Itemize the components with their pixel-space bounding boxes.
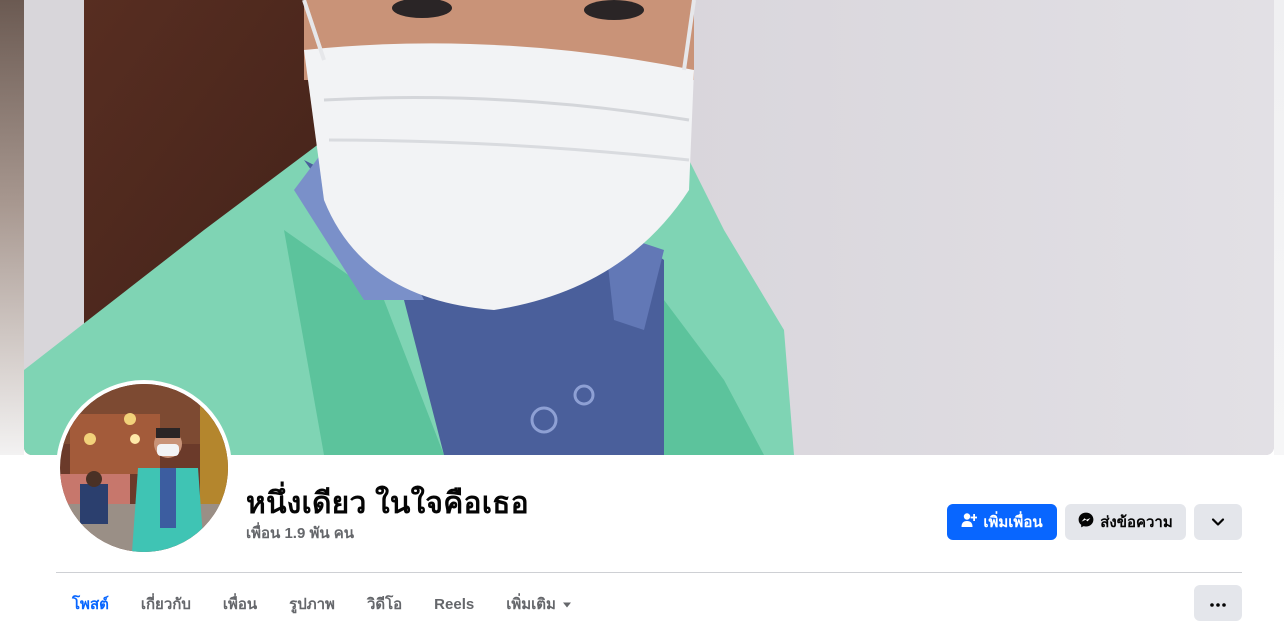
tab-label: Reels	[434, 595, 475, 613]
header-divider	[56, 572, 1242, 573]
person-add-icon	[961, 512, 979, 532]
messenger-icon	[1078, 512, 1094, 532]
more-options-button[interactable]	[1194, 585, 1242, 621]
page-edge-right	[1274, 0, 1284, 455]
tab-friends[interactable]: เพื่อน	[207, 584, 273, 624]
tab-photos[interactable]: รูปภาพ	[273, 584, 351, 624]
tab-label: วิดีโอ	[366, 596, 403, 613]
profile-avatar[interactable]	[56, 380, 232, 556]
message-button[interactable]: ส่งข้อความ	[1065, 504, 1186, 540]
profile-name: หนึ่งเดียว ในใจคือเธอ	[246, 487, 529, 520]
message-label: ส่งข้อความ	[1100, 514, 1173, 531]
tab-videos[interactable]: วิดีโอ	[351, 584, 418, 624]
profile-tabs: โพสต์ เกี่ยวกับ เพื่อน รูปภาพ วิดีโอ Ree…	[56, 584, 588, 624]
tab-label: เกี่ยวกับ	[140, 596, 191, 613]
cover-photo[interactable]	[24, 0, 1274, 455]
page-edge-left	[0, 0, 24, 455]
add-friend-button[interactable]: เพิ่มเพื่อน	[947, 504, 1057, 540]
tab-label: โพสต์	[72, 596, 109, 613]
tab-reels[interactable]: Reels	[418, 584, 490, 624]
tab-label: เพิ่มเติม	[506, 596, 556, 613]
more-dots-icon	[1210, 594, 1226, 612]
chevron-down-icon	[1211, 514, 1225, 531]
friends-count[interactable]: เพื่อน 1.9 พัน คน	[246, 521, 354, 545]
tab-label: เพื่อน	[222, 596, 258, 613]
add-friend-label: เพิ่มเพื่อน	[983, 514, 1043, 531]
tab-more[interactable]: เพิ่มเติม	[490, 584, 588, 624]
caret-down-icon	[562, 596, 572, 613]
tab-posts[interactable]: โพสต์	[56, 584, 125, 624]
tab-about[interactable]: เกี่ยวกับ	[125, 584, 207, 624]
profile-options-button[interactable]	[1194, 504, 1242, 540]
tab-label: รูปภาพ	[289, 596, 335, 613]
